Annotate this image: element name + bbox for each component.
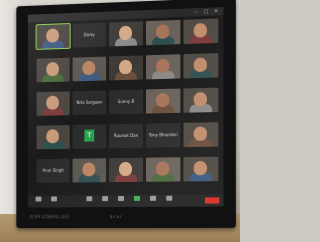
participant-tile[interactable] — [146, 54, 181, 80]
participant-face — [193, 160, 207, 176]
participant-tile[interactable]: T — [72, 124, 107, 149]
participant-face — [119, 59, 132, 75]
photo-scene: – ▢ ✕ Dinky Nrla Sorgaon Sunny B T Raunak Da… — [0, 0, 240, 242]
participant-face — [193, 57, 207, 73]
participant-face — [119, 25, 132, 41]
participant-tile[interactable] — [36, 91, 70, 116]
participant-face — [193, 22, 207, 38]
people-icon — [102, 196, 109, 202]
reactions-button[interactable] — [162, 195, 176, 206]
record-icon — [150, 195, 157, 201]
participant-name: Nrla Sorgaon — [76, 99, 103, 106]
participant-face — [82, 162, 96, 177]
participant-tile[interactable] — [36, 125, 70, 150]
participant-face — [193, 126, 207, 141]
participant-tile[interactable] — [146, 19, 181, 46]
participant-tile[interactable] — [183, 18, 219, 45]
participant-name: Raunak Dan — [113, 132, 139, 139]
participant-tile[interactable]: Sunny B — [109, 89, 144, 115]
participants-button[interactable] — [98, 196, 112, 206]
participant-tile[interactable] — [36, 57, 70, 83]
participant-face — [46, 61, 59, 77]
participant-face — [193, 91, 207, 107]
meeting-controls-bar — [27, 194, 224, 208]
participant-tile[interactable] — [35, 22, 71, 50]
monitor: – ▢ ✕ Dinky Nrla Sorgaon Sunny B T Raunak Da… — [16, 0, 236, 229]
video-button[interactable] — [47, 196, 61, 206]
window-controls-icon: – ▢ ✕ — [195, 8, 221, 16]
participant-face — [156, 58, 170, 74]
participant-tile[interactable] — [72, 158, 107, 183]
participant-tile[interactable] — [146, 88, 181, 114]
participant-tile[interactable] — [72, 56, 107, 82]
participant-tile[interactable] — [183, 87, 219, 113]
shield-icon — [86, 196, 93, 202]
participant-tile[interactable]: Arun Singh — [36, 158, 70, 183]
participant-name: Arun Singh — [42, 167, 64, 173]
participant-tile[interactable] — [183, 122, 219, 148]
participant-tile[interactable] — [109, 21, 144, 47]
participant-face — [46, 28, 59, 43]
participant-tile[interactable]: Raunak Dan — [109, 123, 144, 149]
participant-tile[interactable] — [109, 157, 144, 183]
participant-face — [156, 92, 170, 108]
share-screen-button[interactable] — [130, 195, 144, 206]
participant-face — [46, 129, 59, 144]
monitor-brand-logo: acer — [110, 214, 123, 220]
participant-face — [82, 60, 96, 76]
participant-initial: T — [84, 129, 95, 142]
participant-tile[interactable]: Nrla Sorgaon — [72, 90, 107, 116]
end-meeting-button[interactable] — [204, 197, 220, 204]
camera-icon — [51, 196, 57, 202]
mute-button[interactable] — [32, 196, 46, 207]
meeting-screen: – ▢ ✕ Dinky Nrla Sorgaon Sunny B T Raunak Da… — [27, 7, 224, 208]
participant-tile[interactable] — [183, 53, 219, 79]
chat-icon — [118, 196, 124, 202]
participant-face — [119, 161, 132, 177]
participant-name: Tony Bhandari — [148, 132, 178, 138]
participant-tile[interactable] — [109, 55, 144, 81]
participant-tile[interactable] — [146, 157, 181, 182]
participant-name: Dinky — [83, 32, 95, 38]
participant-tile[interactable]: Dinky — [72, 22, 107, 48]
record-button[interactable] — [146, 195, 160, 206]
participant-face — [156, 161, 170, 176]
smile-icon — [166, 195, 173, 201]
participant-face — [46, 95, 59, 110]
chat-button[interactable] — [114, 196, 128, 206]
microphone-icon — [35, 196, 42, 202]
monitor-model-label: ACER V206HQL LED — [29, 214, 69, 220]
participant-tile[interactable]: Tony Bhandari — [146, 122, 181, 148]
participant-tile[interactable] — [183, 156, 219, 182]
share-icon — [133, 195, 141, 201]
participant-face — [156, 24, 170, 39]
participant-name: Sunny B — [117, 98, 135, 105]
security-button[interactable] — [82, 196, 96, 206]
